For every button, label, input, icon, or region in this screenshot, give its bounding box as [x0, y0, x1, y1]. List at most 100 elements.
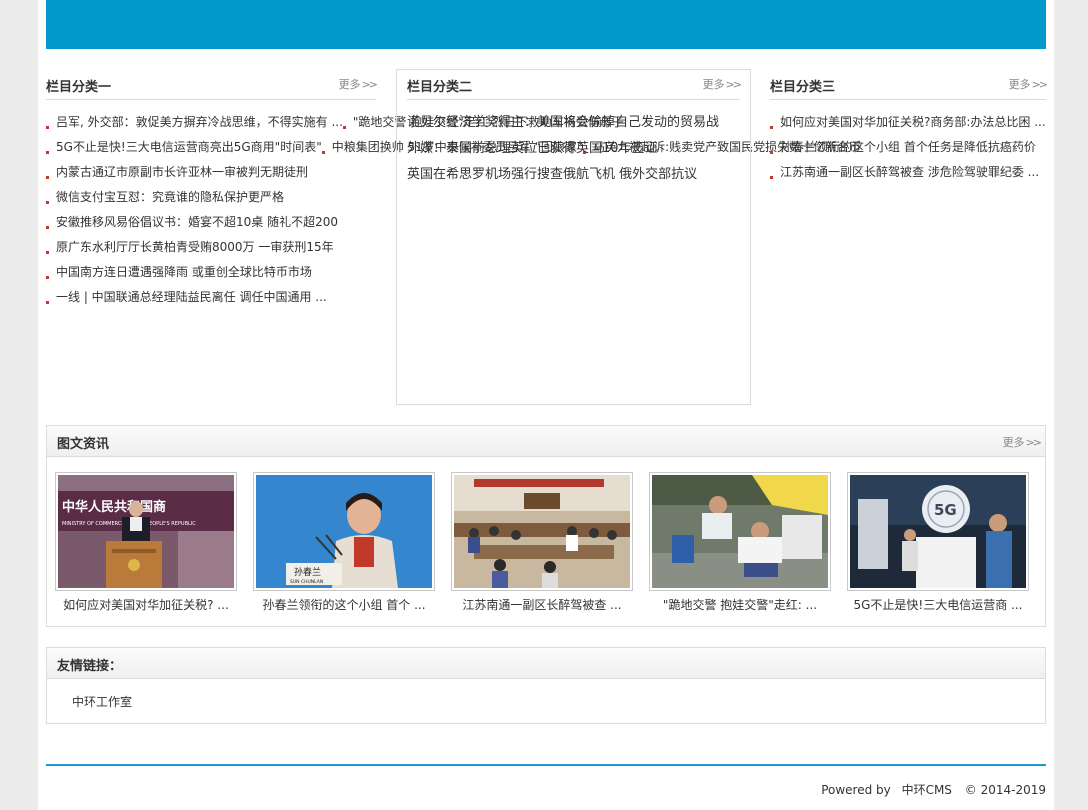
news-list-item-text: 中国南方连日遭遇强降雨 或重创全球比特币市场: [56, 265, 312, 279]
news-list-item[interactable]: 吕军, 外交部：敦促美方摒弃冷战思维，不得实施有 ...: [46, 115, 343, 129]
footer: Powered by 中环CMS © 2014-2019: [816, 781, 1046, 798]
picture-caption[interactable]: "跪地交警 抱娃交警"走红: ...: [649, 596, 831, 613]
picture-news-panel: 图文资讯 更多>> 中华人民共和国商 MINISTRY OF COMMERCE …: [46, 425, 1046, 627]
news-list-item-text: 5G不止是快!三大电信运营商亮出5G商用"时间表": [56, 140, 322, 154]
picture-news-header: 图文资讯 更多>>: [47, 426, 1045, 457]
category-two-header: 栏目分类二 更多>>: [407, 70, 743, 100]
news-list-item[interactable]: 江苏南通一副区长醉驾被查 涉危险驾驶罪纪委 ...: [770, 165, 1039, 179]
header-banner: [46, 0, 1046, 49]
picture-news-title: 图文资讯: [57, 437, 110, 452]
picture-caption[interactable]: 江苏南通一副区长醉驾被查 ...: [451, 596, 633, 613]
svg-text:5G: 5G: [934, 501, 957, 519]
news-list-item[interactable]: 如何应对美国对华加征关税?商务部:办法总比困 ...: [770, 115, 1046, 129]
category-one-title: 栏目分类一: [46, 80, 112, 95]
roadside-rescue-photo: [652, 475, 828, 588]
news-list-item-text: 孙春兰领衔的这个小组 首个任务是降低抗癌药价: [780, 140, 1036, 154]
news-list-item[interactable]: 英国在希思罗机场强行搜查俄航飞机 俄外交部抗议: [407, 167, 697, 182]
friend-links-body: 中环工作室: [47, 679, 1045, 710]
news-thumbnail[interactable]: 中华人民共和国商 MINISTRY OF COMMERCE OF THE PEO…: [55, 472, 237, 591]
double-chevron-icon: >>: [725, 78, 743, 91]
news-list-item-text: 诺贝尔经济学奖得主：美国将会输掉自己发动的贸易战: [407, 115, 720, 130]
news-list-item-text: 安徽推移风易俗倡议书：婚宴不超10桌 随礼不超200: [56, 215, 338, 229]
bullet-icon: [46, 201, 49, 204]
bullet-icon: [46, 176, 49, 179]
speaker-at-microphone-photo: 孙春兰 SUN CHUNLAN: [256, 475, 432, 588]
picture-card[interactable]: 江苏南通一副区长醉驾被查 ...: [451, 472, 633, 613]
category-three-more-link[interactable]: 更多>>: [1009, 76, 1049, 92]
news-list-item[interactable]: 安徽推移风易俗倡议书：婚宴不超10桌 随礼不超200: [46, 215, 338, 229]
category-one-more-link[interactable]: 更多>>: [339, 76, 379, 92]
news-list-item-text: 吕军, 外交部：敦促美方摒弃冷战思维，不得实施有 ...: [56, 115, 343, 129]
category-two-more-link[interactable]: 更多>>: [703, 76, 743, 92]
friend-links-title: 友情链接：: [57, 659, 123, 674]
svg-text:SUN CHUNLAN: SUN CHUNLAN: [290, 579, 323, 585]
news-list-item[interactable]: 内蒙古通辽市原副市长许亚林一审被判无期徒刑: [46, 165, 308, 179]
picture-caption[interactable]: 5G不止是快!三大电信运营商 ...: [847, 596, 1029, 613]
news-thumbnail[interactable]: [451, 472, 633, 591]
bullet-icon: [321, 151, 325, 154]
bullet-icon: [46, 251, 49, 254]
news-list-item[interactable]: 原广东水利厅厅长黄柏青受贿8000万 一审获刑15年: [46, 240, 334, 254]
news-list-item-text: 外媒：泰国前总理英拉已获得英国10年签证: [407, 141, 658, 156]
news-list-item[interactable]: 中国南方连日遭遇强降雨 或重创全球比特币市场: [46, 265, 312, 279]
news-list-item-text: 内蒙古通辽市原副市长许亚林一审被判无期徒刑: [56, 165, 309, 179]
press-conference-podium-photo: 中华人民共和国商 MINISTRY OF COMMERCE OF THE PEO…: [58, 475, 234, 588]
copyright-text: © 2014-2019: [964, 783, 1046, 797]
friend-link[interactable]: 中环工作室: [72, 695, 132, 709]
news-list-item-text: 江苏南通一副区长醉驾被查 涉危险驾驶罪纪委 ...: [780, 165, 1040, 179]
news-list-item-text: 英国在希思罗机场强行搜查俄航飞机 俄外交部抗议: [407, 167, 698, 182]
picture-card[interactable]: 中华人民共和国商 MINISTRY OF COMMERCE OF THE PEO…: [55, 472, 237, 613]
news-thumbnail[interactable]: 孙春兰 SUN CHUNLAN: [253, 472, 435, 591]
category-two-list: 诺贝尔经济学奖得主：美国将会输掉自己发动的贸易战外媒：泰国前总理英拉已获得英国1…: [407, 100, 740, 188]
bullet-icon: [342, 126, 346, 129]
cms-link[interactable]: 中环CMS: [902, 783, 952, 797]
double-chevron-icon: >>: [1031, 78, 1049, 91]
picture-caption[interactable]: 如何应对美国对华加征关税? ...: [55, 596, 237, 613]
news-list-item-text: 如何应对美国对华加征关税?商务部:办法总比困 ...: [780, 115, 1046, 129]
news-list-item[interactable]: 诺贝尔经济学奖得主：美国将会输掉自己发动的贸易战: [407, 115, 719, 130]
category-two-title: 栏目分类二: [407, 80, 473, 95]
bullet-icon: [46, 226, 49, 229]
bullet-icon: [770, 151, 773, 154]
news-list-item[interactable]: 5G不止是快!三大电信运营商亮出5G商用"时间表": [46, 140, 322, 154]
picture-caption[interactable]: 孙春兰领衔的这个小组 首个 ...: [253, 596, 435, 613]
double-chevron-icon: >>: [361, 78, 379, 91]
meeting-room-photo: [454, 475, 630, 588]
category-three-section: 栏目分类三 更多>> 如何应对美国对华加征关税?商务部:办法总比困 ... 孙春兰…: [770, 70, 1049, 185]
bullet-icon: [46, 151, 49, 154]
news-thumbnail[interactable]: [649, 472, 831, 591]
bullet-icon: [46, 301, 49, 304]
friend-links-panel: 友情链接： 中环工作室: [46, 647, 1046, 724]
picture-card[interactable]: 孙春兰 SUN CHUNLAN 孙春兰领衔的这个小组 首个 ...: [253, 472, 435, 613]
page: 栏目分类一 更多>> 吕军, 外交部：敦促美方摒弃冷战思维，不得实施有 ... "…: [38, 0, 1054, 810]
news-list-item[interactable]: 微信支付宝互怼：究竟谁的隐私保护更严格: [46, 190, 284, 204]
category-one-header: 栏目分类一 更多>>: [46, 70, 379, 100]
svg-text:孙春兰: 孙春兰: [294, 566, 321, 578]
picture-card[interactable]: 5G 5G不止是快!三大电信运营商 ...: [847, 472, 1029, 613]
bullet-icon: [46, 126, 49, 129]
svg-text:中华人民共和国商: 中华人民共和国商: [62, 499, 166, 515]
news-list-item[interactable]: 一线 | 中国联通总经理陆益民离任 调任中国通用 ...: [46, 290, 327, 304]
category-two-section: 栏目分类二 更多>> 诺贝尔经济学奖得主：美国将会输掉自己发动的贸易战外媒：泰国…: [396, 69, 751, 405]
category-three-title: 栏目分类三: [770, 80, 836, 95]
friend-links-header: 友情链接：: [47, 648, 1045, 679]
bullet-icon: [46, 276, 49, 279]
picture-card[interactable]: "跪地交警 抱娃交警"走红: ...: [649, 472, 831, 613]
5g-exhibition-photo: 5G: [850, 475, 1026, 588]
double-chevron-icon: >>: [1025, 436, 1043, 449]
picture-news-more-link[interactable]: 更多>>: [1003, 434, 1043, 450]
news-list-item-text: 微信支付宝互怼：究竟谁的隐私保护更严格: [56, 190, 285, 204]
news-thumbnail[interactable]: 5G: [847, 472, 1029, 591]
category-three-list: 如何应对美国对华加征关税?商务部:办法总比困 ... 孙春兰领衔的这个小组 首个任…: [770, 100, 1046, 185]
news-list-item[interactable]: 外媒：泰国前总理英拉已获得英国10年签证: [407, 141, 658, 156]
news-list-item-text: 原广东水利厅厅长黄柏青受贿8000万 一审获刑15年: [56, 240, 334, 254]
category-one-section: 栏目分类一 更多>> 吕军, 外交部：敦促美方摒弃冷战思维，不得实施有 ... "…: [46, 70, 861, 310]
category-three-header: 栏目分类三 更多>>: [770, 70, 1049, 100]
category-one-list: 吕军, 外交部：敦促美方摒弃冷战思维，不得实施有 ... "跪地交警 抱娃交警"走…: [46, 100, 861, 310]
bullet-icon: [770, 176, 773, 179]
news-list-item-text: 一线 | 中国联通总经理陆益民离任 调任中国通用 ...: [56, 290, 327, 304]
footer-divider: [46, 764, 1046, 766]
bullet-icon: [770, 126, 773, 129]
news-list-item[interactable]: 孙春兰领衔的这个小组 首个任务是降低抗癌药价: [770, 140, 1036, 154]
powered-by-text: Powered by: [821, 783, 891, 797]
